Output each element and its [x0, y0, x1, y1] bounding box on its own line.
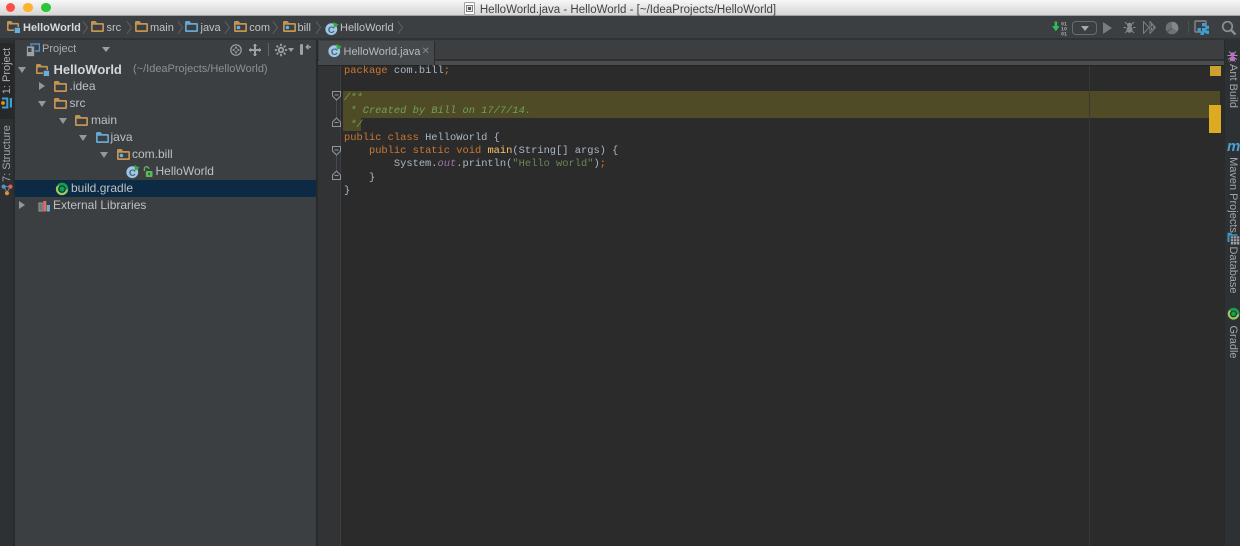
svg-text:01: 01	[1061, 32, 1067, 36]
